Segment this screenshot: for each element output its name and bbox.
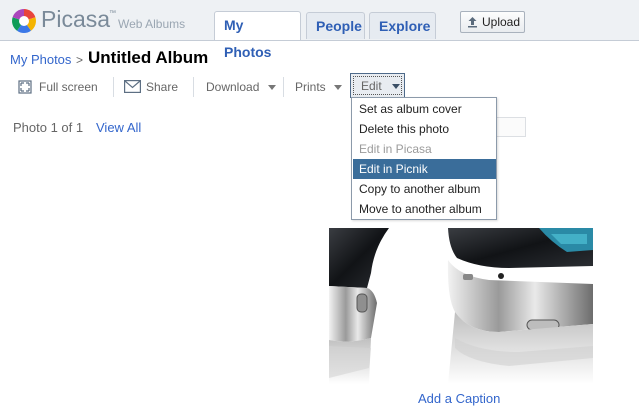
menu-item-edit-in-picnik[interactable]: Edit in Picnik [353,159,496,179]
toolbar-divider [113,77,114,97]
fullscreen-icon [18,80,32,94]
breadcrumb-separator: > [76,53,84,67]
menu-item-delete-photo[interactable]: Delete this photo [353,119,496,139]
prints-button[interactable]: Prints [295,79,329,97]
photo-counter: Photo 1 of 1 [13,120,84,135]
share-button[interactable]: Share [124,79,182,97]
logo-subtitle: Web Albums [118,17,186,31]
upload-icon [468,17,477,28]
menu-item-move-to-album[interactable]: Move to another album [353,199,496,219]
album-title: Untitled Album [88,48,209,67]
menu-item-set-album-cover[interactable]: Set as album cover [353,99,496,119]
prints-chevron-down-icon[interactable] [334,85,342,90]
add-caption-link[interactable]: Add a Caption [418,391,500,406]
view-all-link[interactable]: View All [96,120,141,135]
hidden-control-edge [497,117,526,137]
fullscreen-label: Full screen [39,80,98,94]
menu-item-edit-in-picasa: Edit in Picasa [359,142,432,156]
upload-label: Upload [482,15,521,29]
prints-label: Prints [295,80,326,94]
share-label: Share [146,80,179,94]
upload-button[interactable]: Upload [460,11,525,33]
menu-item-copy-to-album[interactable]: Copy to another album [353,179,496,199]
download-chevron-down-icon[interactable] [268,85,276,90]
album-photo[interactable] [329,228,593,384]
breadcrumb-my-photos-link[interactable]: My Photos [10,52,71,67]
focus-ring [353,76,402,95]
picasa-logo-icon[interactable] [11,8,37,34]
edit-dropdown-menu: Set as album cover Delete this photo Edi… [351,97,497,220]
toolbar-divider [193,77,194,97]
tab-people[interactable]: People [306,12,365,39]
logo-wordmark[interactable]: Picasa [41,6,110,33]
toolbar-divider [283,77,284,97]
header-bar: Picasa ™ Web Albums My Photos People Exp… [0,0,639,60]
download-label: Download [206,80,260,94]
logo-trademark: ™ [109,10,116,17]
envelope-icon [124,80,141,93]
fullscreen-button[interactable]: Full screen [18,79,100,97]
tab-my-photos[interactable]: My Photos [214,11,301,60]
tab-explore[interactable]: Explore [369,12,436,39]
edit-menu-button[interactable]: Edit [350,73,405,98]
